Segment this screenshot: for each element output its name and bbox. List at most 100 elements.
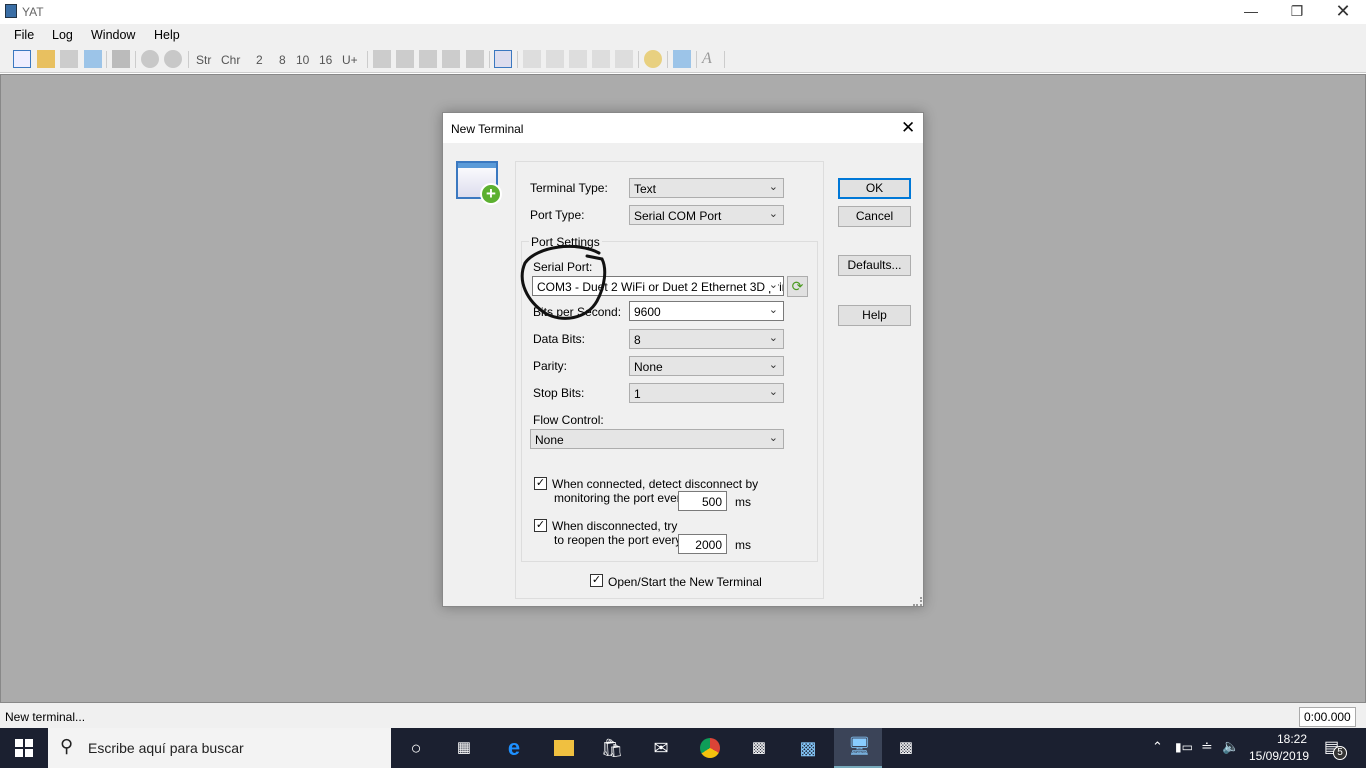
find-icon[interactable]	[494, 50, 512, 68]
cortana-icon[interactable]: ○	[404, 736, 428, 760]
check-icon[interactable]	[546, 50, 564, 68]
save-output-icon[interactable]	[442, 50, 460, 68]
chevron-down-icon: ⌄	[768, 181, 778, 193]
flow-control-value: None	[535, 433, 564, 447]
detect-interval-input[interactable]: 500	[678, 491, 727, 511]
open-port-icon[interactable]	[141, 50, 159, 68]
radix-str[interactable]: Str	[196, 53, 211, 67]
open-start-checkbox[interactable]: ✓	[590, 574, 603, 587]
port-type-value: Serial COM Port	[634, 209, 722, 223]
search-placeholder: Escribe aquí para buscar	[88, 740, 244, 756]
taskbar: ⚲ Escribe aquí para buscar ○ ▦ e 🛍 ✉ ▩ ▩…	[0, 728, 1366, 768]
terminal-type-label: Terminal Type:	[530, 181, 608, 195]
store-icon[interactable]: 🛍	[600, 736, 624, 760]
refresh-ports-button[interactable]: ⟳	[787, 276, 808, 297]
window-title: YAT	[22, 5, 44, 19]
open-start-label: Open/Start the New Terminal	[608, 575, 762, 589]
status-bar: New terminal... 0:00.000	[0, 703, 1366, 728]
menu-window[interactable]: Window	[91, 28, 135, 42]
radix-2[interactable]: 2	[256, 53, 263, 67]
data-bits-select[interactable]: 8 ⌄	[629, 329, 784, 349]
file-explorer-icon[interactable]	[552, 736, 576, 760]
save-all-icon[interactable]	[84, 50, 102, 68]
parity-select[interactable]: None ⌄	[629, 356, 784, 376]
chevron-down-icon: ⌄	[768, 332, 778, 344]
radix-chr[interactable]: Chr	[221, 53, 240, 67]
title-bar: YAT — ❐ ✕	[0, 0, 1366, 24]
bps-select[interactable]: 9600 ⌄	[629, 301, 784, 321]
cancel-button[interactable]: Cancel	[838, 206, 911, 227]
notifications-button[interactable]: ▤ 5	[1322, 736, 1347, 760]
maximize-button[interactable]: ❐	[1274, 0, 1320, 24]
toolbar: Str Chr 2 8 10 16 U+ A	[0, 46, 1366, 73]
close-port-icon[interactable]	[164, 50, 182, 68]
new-terminal-icon: +	[456, 161, 502, 205]
open-folder-icon[interactable]	[37, 50, 55, 68]
detect-line2: monitoring the port every	[554, 491, 687, 505]
wifi-icon[interactable]: ≐	[1201, 738, 1213, 755]
start-button[interactable]	[0, 728, 48, 768]
detect-disconnect-checkbox[interactable]: ✓	[534, 477, 547, 490]
radix-8[interactable]: 8	[279, 53, 286, 67]
detect-unit: ms	[735, 495, 751, 509]
yat-taskbar-button[interactable]: 🖥	[834, 728, 882, 768]
port-type-select[interactable]: Serial COM Port ⌄	[629, 205, 784, 225]
resize-grip[interactable]	[913, 597, 922, 606]
copy-icon[interactable]	[419, 50, 437, 68]
clock-time[interactable]: 18:22	[1277, 732, 1307, 746]
font-icon[interactable]: A	[702, 50, 720, 68]
new-terminal-dialog: New Terminal ✕ + Terminal Type: Text ⌄ Po…	[442, 112, 924, 607]
menu-file[interactable]: File	[14, 28, 34, 42]
app-icon-3[interactable]: ▩	[894, 736, 918, 760]
clock-date[interactable]: 15/09/2019	[1249, 749, 1309, 763]
search-box[interactable]: ⚲ Escribe aquí para buscar	[48, 728, 391, 768]
radix-10[interactable]: 10	[296, 53, 309, 67]
help-button[interactable]: Help	[838, 305, 911, 326]
notification-count: 5	[1333, 746, 1347, 760]
app-icon	[5, 4, 17, 18]
radix-16[interactable]: 16	[319, 53, 332, 67]
app-icon-2[interactable]: ▩	[796, 736, 820, 760]
save-icon[interactable]	[60, 50, 78, 68]
parity-label: Parity:	[533, 359, 568, 373]
chevron-down-icon: ⌄	[768, 304, 778, 316]
chevron-down-icon: ⌄	[768, 359, 778, 371]
edit-icon[interactable]	[523, 50, 541, 68]
app-icon-1[interactable]: ▩	[747, 736, 771, 760]
terminal-settings-icon[interactable]	[112, 50, 130, 68]
document-icon[interactable]	[569, 50, 587, 68]
dialog-title: New Terminal	[451, 122, 524, 136]
chrome-icon[interactable]	[698, 736, 722, 760]
port-type-label: Port Type:	[530, 208, 585, 222]
volume-icon[interactable]: 🔈	[1222, 738, 1239, 755]
search-doc-icon[interactable]	[615, 50, 633, 68]
minimize-button[interactable]: —	[1228, 0, 1274, 24]
menu-help[interactable]: Help	[154, 28, 180, 42]
flow-control-select[interactable]: None ⌄	[530, 429, 784, 449]
stop-bits-select[interactable]: 1 ⌄	[629, 383, 784, 403]
reopen-interval-input[interactable]: 2000	[678, 534, 727, 554]
battery-icon[interactable]: ▮▭	[1175, 740, 1193, 754]
defaults-button[interactable]: Defaults...	[838, 255, 911, 276]
reopen-checkbox[interactable]: ✓	[534, 519, 547, 532]
mail-icon[interactable]: ✉	[649, 736, 673, 760]
dialog-close-button[interactable]: ✕	[901, 118, 915, 138]
reopen-line2: to reopen the port every	[554, 533, 682, 547]
show-radix-icon[interactable]	[373, 50, 391, 68]
ok-button[interactable]: OK	[838, 178, 911, 199]
edge-icon[interactable]: e	[502, 736, 526, 760]
stop-bits-label: Stop Bits:	[533, 386, 585, 400]
close-button[interactable]: ✕	[1320, 0, 1366, 24]
menu-log[interactable]: Log	[52, 28, 73, 42]
task-view-icon[interactable]: ▦	[452, 736, 476, 760]
chat-icon[interactable]	[644, 50, 662, 68]
show-format-icon[interactable]	[396, 50, 414, 68]
show-hidden-icons[interactable]: ⌃	[1152, 739, 1163, 755]
terminal-type-select[interactable]: Text ⌄	[629, 178, 784, 198]
preview-icon[interactable]	[592, 50, 610, 68]
print-icon[interactable]	[466, 50, 484, 68]
send-icon[interactable]	[673, 50, 691, 68]
status-text: New terminal...	[5, 710, 86, 724]
radix-unicode[interactable]: U+	[342, 53, 358, 67]
new-terminal-icon[interactable]	[13, 50, 31, 68]
